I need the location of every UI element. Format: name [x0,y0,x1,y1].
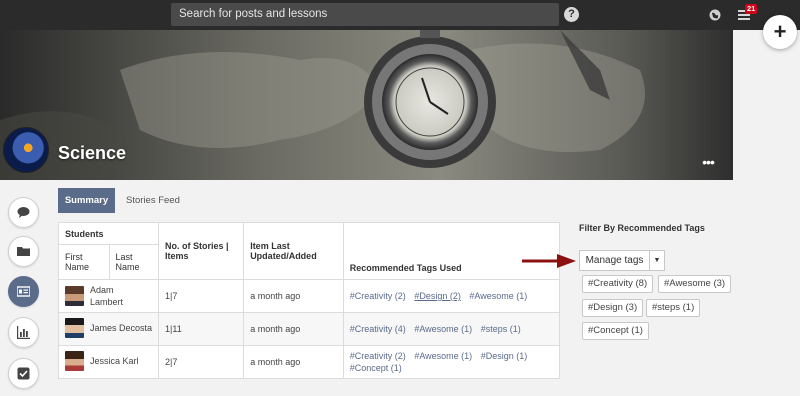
help-icon[interactable]: ? [564,7,579,22]
last-updated-value: a month ago [243,345,344,379]
tags-cell: #Creativity (4) #Awesome (1) #steps (1) [342,312,561,346]
students-summary-table: Students No. of Stories | Items Item Las… [57,222,561,379]
tag-filter-chip[interactable]: #Awesome (3) [658,275,732,293]
tags-cell: #Creativity (2) #Design (2) #Awesome (1) [342,279,561,313]
rail-tasks-button[interactable] [8,358,39,389]
table-row[interactable]: Jessica Karl 2|7 a month ago #Creativity… [57,345,561,379]
tag-link[interactable]: #Concept (1) [350,363,402,373]
student-name-cell[interactable]: James Decosta [57,312,160,346]
avatar [65,351,84,371]
table-row[interactable]: Adam Lambert 1|7 a month ago #Creativity… [57,279,561,313]
stories-items-value: 2|7 [158,345,245,379]
id-card-icon [17,286,30,297]
student-name[interactable]: Jessica Karl [90,356,139,366]
table-row[interactable]: James Decosta 1|11 a month ago #Creativi… [57,312,561,346]
course-avatar [3,127,49,173]
tag-link[interactable]: #Creativity (2) [350,291,406,301]
tab-stories-feed[interactable]: Stories Feed [126,188,180,213]
student-name[interactable]: James Decosta [90,323,152,333]
folder-icon [17,247,30,256]
globe-icon[interactable] [709,9,721,21]
manage-tags-button[interactable]: Manage tags [579,250,650,271]
recommended-tags-header: Recommended Tags Used [342,222,561,280]
rail-comments-button[interactable] [8,197,39,228]
avatar [65,286,84,306]
rail-stats-button[interactable] [8,317,39,348]
tag-filter-chip[interactable]: #steps (1) [646,299,701,317]
rail-summary-button[interactable] [8,276,39,307]
stories-items-value: 1|7 [158,279,245,313]
tag-filter-chip[interactable]: #Concept (1) [582,322,649,340]
last-updated-value: a month ago [243,312,344,346]
rail-folder-button[interactable] [8,236,39,267]
student-name-cell[interactable]: Jessica Karl [57,345,160,379]
first-name-header[interactable]: First Name [58,244,110,280]
tag-link[interactable]: #Awesome (1) [414,324,472,334]
tag-link[interactable]: #Design (2) [414,291,461,301]
search-input[interactable]: Search for posts and lessons [171,3,559,26]
notification-badge: 21 [745,4,758,14]
stories-items-header[interactable]: No. of Stories | Items [158,222,245,280]
tag-link[interactable]: #steps (1) [481,324,521,334]
course-title: Science [58,143,127,163]
add-button[interactable]: + [763,15,797,49]
avatar [65,318,84,338]
speech-bubble-icon [17,207,30,218]
tag-link[interactable]: #Creativity (2) [350,351,406,361]
tag-link[interactable]: #Design (1) [481,351,528,361]
tag-link[interactable]: #Creativity (4) [350,324,406,334]
bar-chart-icon [17,326,30,339]
more-options-button[interactable]: ••• [697,155,719,172]
tags-cell: #Creativity (2) #Awesome (1) #Design (1)… [342,345,561,379]
red-arrow-annotation [522,254,576,268]
last-name-header[interactable]: Last Name [108,244,160,280]
filter-tags-title: Filter By Recommended Tags [579,223,705,233]
checkbox-icon [17,367,30,380]
tab-summary[interactable]: Summary [58,188,115,213]
student-name-cell[interactable]: Adam Lambert [57,279,160,313]
last-updated-value: a month ago [243,279,344,313]
tag-filter-chip[interactable]: #Design (3) [582,299,644,317]
stories-items-value: 1|11 [158,312,245,346]
student-name[interactable]: Adam Lambert [90,284,140,308]
students-group-header: Students [57,222,160,245]
last-updated-header[interactable]: Item Last Updated/Added [243,222,344,280]
chevron-down-icon[interactable]: ▼ [649,250,665,271]
top-navigation-bar: Search for posts and lessons ? 21 [0,0,800,30]
tag-link[interactable]: #Awesome (1) [414,351,472,361]
tag-filter-chip[interactable]: #Creativity (8) [582,275,654,293]
tag-link[interactable]: #Awesome (1) [469,291,527,301]
